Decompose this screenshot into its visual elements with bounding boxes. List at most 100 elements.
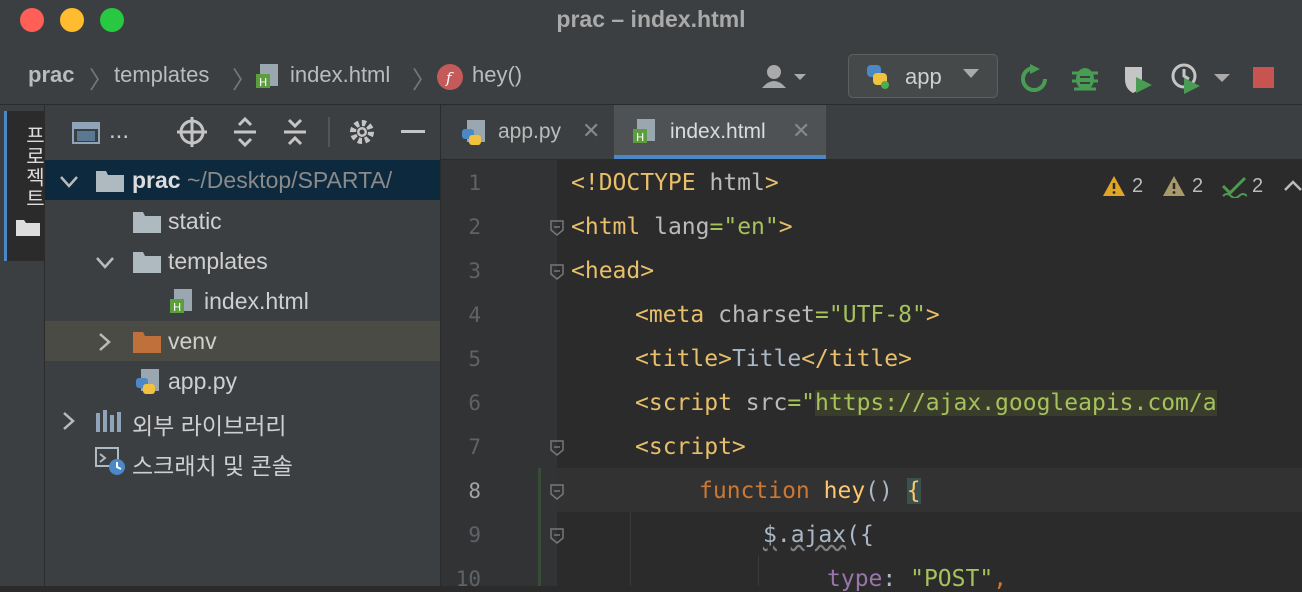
editor-tabs: app.py ✕ H index.html ✕ bbox=[441, 105, 1302, 160]
weak-warning-icon bbox=[1162, 175, 1186, 202]
html-file-icon: H bbox=[632, 117, 660, 151]
breadcrumb-folder[interactable]: templates bbox=[114, 62, 209, 88]
expand-all-icon[interactable] bbox=[231, 116, 259, 152]
code-token: { bbox=[906, 478, 921, 504]
code-token: <head> bbox=[571, 258, 655, 284]
inspection-widget[interactable]: 2 2 2 bbox=[1100, 172, 1302, 202]
tree-item-label: index.html bbox=[204, 288, 309, 314]
tree-item-external-libraries[interactable]: 외부 라이브러리 bbox=[45, 400, 440, 440]
title-bar: prac – index.html bbox=[0, 0, 1302, 40]
fold-marker-icon[interactable] bbox=[549, 528, 565, 544]
gear-icon[interactable] bbox=[347, 117, 377, 152]
tree-item-index-html[interactable]: H index.html bbox=[45, 281, 440, 321]
indent-guide bbox=[758, 556, 759, 586]
line-number: 1 bbox=[468, 171, 481, 195]
run-with-coverage-icon[interactable] bbox=[1122, 63, 1156, 100]
folder-icon bbox=[132, 330, 162, 360]
collapse-all-icon[interactable] bbox=[281, 117, 309, 152]
hide-panel-icon[interactable] bbox=[401, 130, 425, 133]
code-token: <!DOCTYPE bbox=[571, 170, 710, 196]
code-token: = bbox=[815, 302, 829, 328]
line-number: 4 bbox=[468, 303, 481, 327]
run-configuration-select[interactable]: app bbox=[848, 54, 998, 98]
code-token: = bbox=[709, 214, 724, 240]
code-line: $.ajax({ bbox=[763, 522, 874, 548]
warning-icon bbox=[1102, 175, 1126, 202]
breadcrumb-function[interactable]: hey() bbox=[472, 62, 522, 88]
user-icon[interactable] bbox=[760, 64, 810, 95]
typo-check-icon bbox=[1221, 176, 1248, 203]
code-token: src bbox=[745, 390, 788, 416]
tree-item-label: 외부 라이브러리 bbox=[132, 413, 287, 439]
svg-text:H: H bbox=[636, 131, 644, 144]
rerun-icon[interactable] bbox=[1020, 64, 1050, 97]
breadcrumb-file[interactable]: index.html bbox=[290, 62, 390, 88]
debug-icon[interactable] bbox=[1070, 63, 1100, 98]
breadcrumb-project[interactable]: prac bbox=[28, 62, 74, 88]
code-token: . bbox=[776, 522, 791, 548]
fold-marker-icon[interactable] bbox=[549, 264, 565, 280]
html-file-icon: H bbox=[169, 287, 197, 321]
code-token: function bbox=[699, 478, 824, 504]
run-configuration-label: app bbox=[905, 64, 942, 89]
tree-item-prac[interactable]: prac ~/Desktop/SPARTA/ bbox=[45, 160, 440, 200]
fold-marker-icon[interactable] bbox=[549, 440, 565, 456]
code-token: Title bbox=[731, 346, 802, 372]
code-line: function hey() { bbox=[699, 478, 921, 504]
python-icon bbox=[863, 63, 891, 94]
library-icon bbox=[95, 409, 125, 439]
tree-item-label: static bbox=[168, 208, 222, 234]
tree-item-app-py[interactable]: app.py bbox=[45, 361, 440, 401]
project-view-icon[interactable] bbox=[71, 119, 101, 152]
fold-marker-icon[interactable] bbox=[549, 220, 565, 236]
code-line: <head> bbox=[571, 258, 654, 284]
current-line-highlight bbox=[557, 468, 1302, 512]
tree-item-venv[interactable]: venv bbox=[45, 321, 440, 361]
chevron-down-icon bbox=[95, 251, 115, 278]
chevron-up-icon[interactable] bbox=[1283, 178, 1302, 197]
toolbar-divider bbox=[328, 117, 330, 147]
code-token: , bbox=[993, 566, 1008, 592]
project-view-dropdown[interactable]: ... bbox=[109, 117, 129, 145]
folder-icon bbox=[132, 250, 162, 280]
close-icon[interactable]: ✕ bbox=[792, 118, 810, 144]
code-token: ajax bbox=[790, 522, 847, 548]
code-line: <script> bbox=[635, 434, 746, 460]
line-number: 10 bbox=[455, 567, 481, 591]
folder-icon bbox=[132, 210, 162, 240]
tree-item-path: ~/Desktop/SPARTA/ bbox=[186, 167, 393, 193]
tab-app-py[interactable]: app.py ✕ bbox=[441, 105, 611, 159]
fold-marker-icon[interactable] bbox=[549, 484, 565, 500]
function-icon: f bbox=[436, 63, 464, 96]
tree-item-static[interactable]: static bbox=[45, 201, 440, 241]
tab-index-html[interactable]: H index.html ✕ bbox=[614, 105, 826, 159]
code-token: "POST" bbox=[910, 566, 994, 592]
indent-guide bbox=[630, 512, 631, 586]
breadcrumb-separator-icon: 〉 bbox=[412, 67, 436, 94]
html-file-icon: H bbox=[255, 62, 283, 95]
breadcrumb-separator-icon: 〉 bbox=[89, 67, 113, 94]
weak-warning-count: 2 bbox=[1192, 175, 1204, 197]
breadcrumb-separator-icon: 〉 bbox=[232, 67, 256, 94]
line-number: 7 bbox=[468, 435, 481, 459]
warning-count: 2 bbox=[1132, 175, 1144, 197]
project-tool-window-tab[interactable]: 프로젝트 bbox=[4, 111, 47, 261]
code-token: </title> bbox=[801, 346, 912, 372]
folder-icon bbox=[95, 169, 125, 199]
profiler-icon[interactable] bbox=[1170, 62, 1234, 99]
svg-text:H: H bbox=[173, 301, 181, 314]
code-token: "en" bbox=[723, 214, 779, 240]
tree-item-templates[interactable]: templates bbox=[45, 241, 440, 281]
tree-item-scratches[interactable]: 스크래치 및 콘솔 bbox=[45, 440, 440, 480]
code-line: type: "POST", bbox=[827, 566, 1007, 592]
line-number: 8 bbox=[468, 479, 481, 503]
close-icon[interactable]: ✕ bbox=[582, 118, 600, 144]
code-token: "UTF-8" bbox=[828, 302, 926, 328]
stop-icon[interactable] bbox=[1253, 67, 1274, 88]
vcs-change-marker bbox=[538, 468, 541, 586]
code-line: <title>Title</title> bbox=[635, 346, 912, 372]
python-file-icon bbox=[461, 119, 489, 153]
project-tool-window-label: 프로젝트 bbox=[22, 125, 44, 209]
tree-item-label: templates bbox=[168, 248, 268, 274]
locate-file-icon[interactable] bbox=[177, 117, 207, 152]
